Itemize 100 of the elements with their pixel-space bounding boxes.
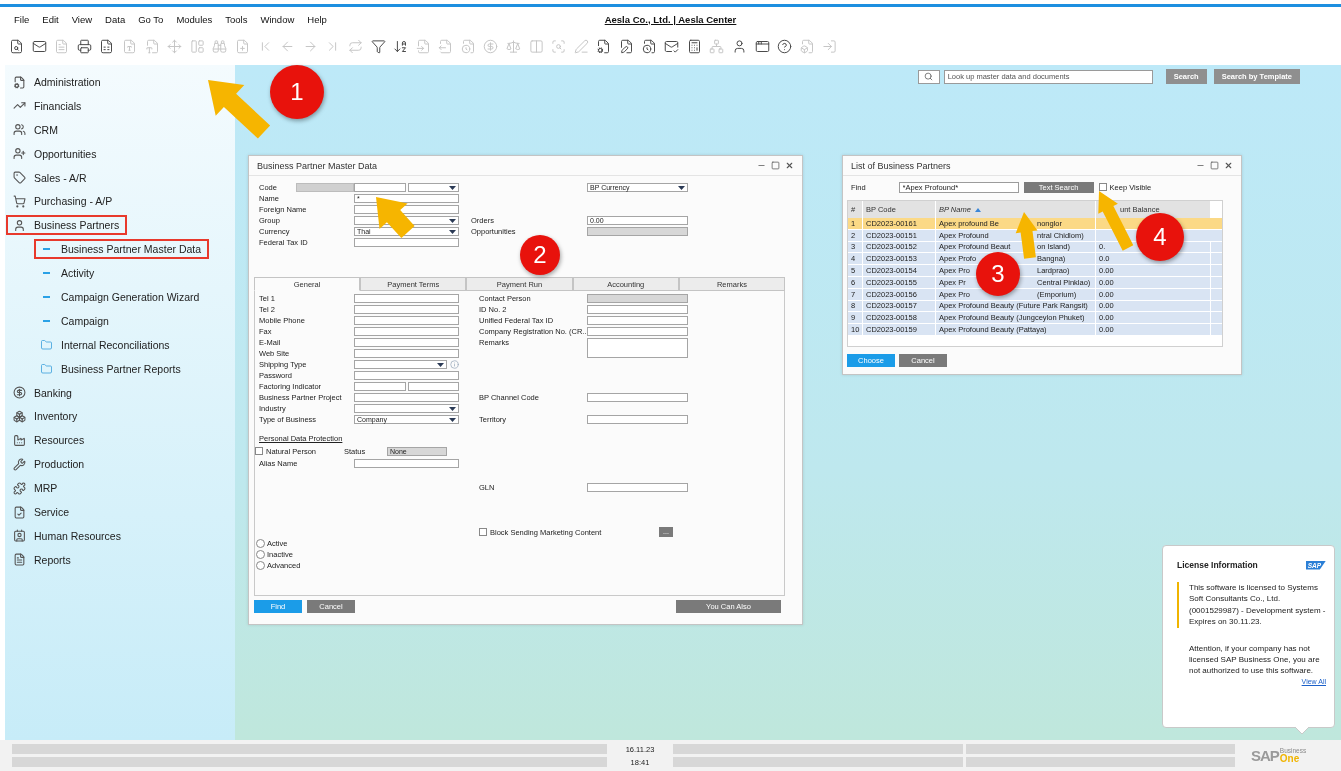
sidebar-item[interactable]: Reports (6, 549, 79, 570)
input-field[interactable] (587, 327, 688, 336)
maximize-icon[interactable] (771, 161, 780, 170)
radio-button[interactable] (256, 550, 265, 559)
input-field[interactable] (354, 294, 459, 303)
sidebar-item[interactable]: Banking (6, 382, 80, 403)
sidebar-item[interactable]: MRP (6, 478, 66, 499)
calculator-icon[interactable] (686, 38, 702, 54)
sidebar-subitem[interactable]: Business Partner Master Data (34, 239, 210, 260)
sidebar-subitem[interactable]: Internal Reconciliations (34, 334, 178, 355)
close-icon[interactable] (1224, 161, 1233, 170)
person-icon (13, 218, 26, 232)
sidebar-item[interactable]: Financials (6, 95, 90, 116)
document-pen-icon[interactable] (619, 38, 635, 54)
dash-icon (43, 296, 50, 298)
input-field[interactable] (354, 305, 459, 314)
input-field[interactable] (587, 305, 688, 314)
text-area[interactable] (587, 338, 688, 358)
input-field[interactable] (354, 371, 459, 380)
menu-item[interactable]: Go To (134, 13, 168, 25)
people-icon (13, 123, 26, 137)
menu-item[interactable]: File (10, 13, 34, 25)
sidebar-item[interactable]: Production (6, 454, 93, 475)
radio-button[interactable] (256, 539, 265, 548)
menu-item[interactable]: Tools (221, 13, 252, 25)
sidebar-item[interactable]: CRM (6, 119, 66, 140)
input-field[interactable] (587, 393, 688, 402)
sidebar-item[interactable]: Business Partners (6, 215, 128, 236)
dropdown-field[interactable] (354, 360, 447, 369)
preview-icon[interactable] (9, 38, 24, 54)
input-field[interactable] (587, 482, 688, 492)
input-field[interactable] (354, 316, 459, 325)
sidebar-subitem[interactable]: Campaign Generation Wizard (34, 287, 208, 307)
sidebar-subitem[interactable]: Business Partner Reports (34, 358, 189, 379)
search-mode-button[interactable] (917, 69, 940, 84)
input-field[interactable] (354, 238, 459, 247)
menu-item[interactable]: Window (256, 13, 299, 25)
dash-icon (43, 248, 50, 251)
printer-icon[interactable] (76, 38, 92, 54)
caret-icon (449, 185, 456, 190)
sidebar-item[interactable]: Purchasing - A/P (6, 191, 121, 212)
sort-icon[interactable] (393, 38, 409, 54)
window-title: List of Business Partners (851, 160, 951, 171)
input-field[interactable] (407, 382, 459, 391)
callout-arrow (208, 80, 271, 139)
caret-icon (437, 362, 444, 367)
mail-check-icon[interactable] (664, 38, 680, 54)
document-clock-icon[interactable] (641, 38, 657, 54)
input-field[interactable] (354, 393, 459, 402)
sidebar-subitem[interactable]: Activity (34, 263, 103, 284)
tag-icon (13, 171, 26, 185)
sidebar-item[interactable]: Opportunities (6, 143, 105, 164)
spreadsheet-icon[interactable] (99, 38, 115, 54)
puzzle-icon (13, 481, 26, 495)
license-text: Attention, if your company has not licensed SAP Business One, you are not authorized to use this software. (1189, 642, 1321, 677)
help-icon[interactable] (777, 38, 793, 54)
menu-item[interactable]: Data (101, 13, 130, 25)
menu-item[interactable]: Modules (172, 13, 217, 25)
window-title: Business Partner Master Data (257, 160, 378, 171)
wrench-icon (13, 457, 26, 471)
menu-item[interactable]: Edit (38, 13, 63, 25)
input-field[interactable] (354, 458, 459, 468)
contact-card-icon (13, 529, 26, 543)
input-field[interactable] (354, 327, 459, 336)
checkbox[interactable] (255, 447, 263, 455)
input-field[interactable] (354, 382, 406, 391)
window-icon[interactable] (754, 38, 770, 54)
search-icon (924, 72, 934, 81)
menu-item[interactable]: Help (303, 13, 331, 25)
person-icon[interactable] (732, 38, 747, 54)
caret-icon (678, 185, 685, 190)
checkbox[interactable] (1098, 183, 1107, 191)
sidebar-subitem[interactable]: Campaign (34, 310, 117, 331)
sidebar-item[interactable]: Resources (6, 430, 93, 451)
checkbox[interactable] (479, 528, 487, 536)
input-field[interactable] (354, 349, 459, 358)
radio-button[interactable] (256, 561, 265, 570)
dash-icon (43, 272, 50, 275)
document-settings-icon[interactable] (596, 38, 612, 54)
folder-icon (40, 362, 53, 375)
document-check-icon (13, 505, 26, 519)
sidebar-item[interactable]: Human Resources (6, 525, 129, 546)
filter-icon[interactable] (370, 38, 386, 54)
sidebar-item[interactable]: Administration (6, 72, 109, 92)
sidebar-item[interactable]: Inventory (6, 406, 86, 427)
dropdown-field[interactable] (354, 404, 459, 413)
input-field[interactable] (354, 338, 459, 347)
menu-item[interactable]: View (67, 13, 97, 25)
sidebar-item[interactable]: Service (6, 502, 77, 523)
sidebar-item[interactable]: Sales - A/R (6, 167, 95, 188)
input-field[interactable] (354, 183, 406, 192)
person-add-icon (13, 147, 26, 161)
close-icon[interactable] (785, 161, 794, 170)
maximize-icon[interactable] (1210, 161, 1219, 170)
sort-ascending-icon (974, 207, 981, 212)
input-field[interactable] (587, 415, 688, 424)
dropdown-field[interactable] (407, 183, 459, 192)
callout-arrow (1098, 191, 1134, 251)
envelope-icon[interactable] (31, 38, 47, 54)
input-field[interactable] (587, 316, 688, 325)
